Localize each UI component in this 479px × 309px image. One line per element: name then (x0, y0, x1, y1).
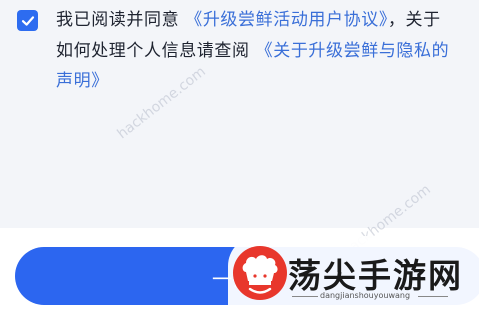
user-agreement-link[interactable]: 《升级尝鲜活动用户协议》 (185, 10, 388, 30)
chef-hat-icon (233, 246, 287, 300)
logo-divider-left (292, 296, 318, 297)
agreement-intro-text: 我已阅读并同意 (56, 10, 180, 30)
logo-subtitle: dangjianshouyouwang (320, 291, 411, 300)
logo-divider-right (418, 296, 448, 297)
agreement-text: 我已阅读并同意 《升级尝鲜活动用户协议》，关于如何处理个人信息请查阅 《关于升级… (56, 5, 456, 97)
site-logo: 荡尖手游网 dangjianshouyouwang (228, 236, 479, 309)
agreement-checkbox[interactable] (17, 10, 38, 31)
checkmark-icon (21, 15, 34, 26)
logo-title: 荡尖手游网 (288, 256, 463, 295)
